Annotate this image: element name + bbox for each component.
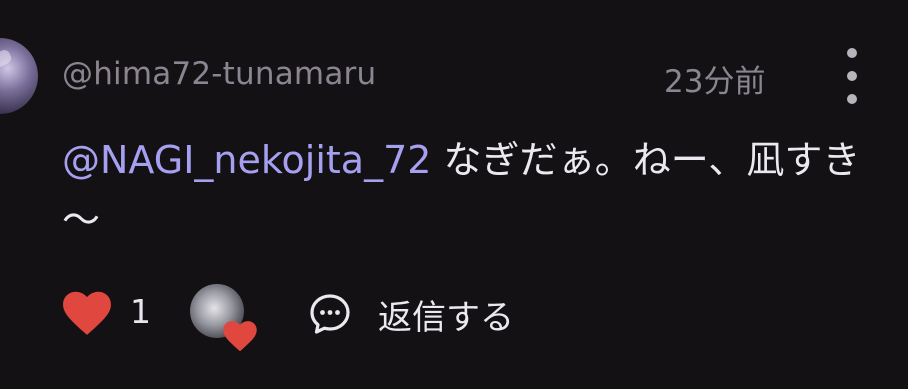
like-count: 1 [130, 292, 151, 331]
creator-heart-icon [223, 321, 257, 352]
comment-item: @hima72-tunamaru 23分前 @NAGI_nekojita_72 … [0, 0, 908, 389]
menu-dot [847, 48, 857, 58]
menu-dot [847, 94, 857, 104]
more-vert-icon[interactable] [836, 44, 868, 108]
mention-link[interactable]: @NAGI_nekojita_72 [62, 138, 431, 182]
comment-timestamp: 23分前 [664, 64, 766, 100]
comment-bubble-icon[interactable] [306, 290, 354, 338]
heart-icon[interactable] [62, 290, 112, 336]
reply-button[interactable]: 返信する [378, 290, 514, 339]
comment-body: @NAGI_nekojita_72 なぎだぁ。ねー、凪すき～ [62, 130, 892, 250]
user-avatar[interactable] [0, 38, 38, 114]
menu-dot [847, 71, 857, 81]
comment-username[interactable]: @hima72-tunamaru [62, 56, 376, 92]
